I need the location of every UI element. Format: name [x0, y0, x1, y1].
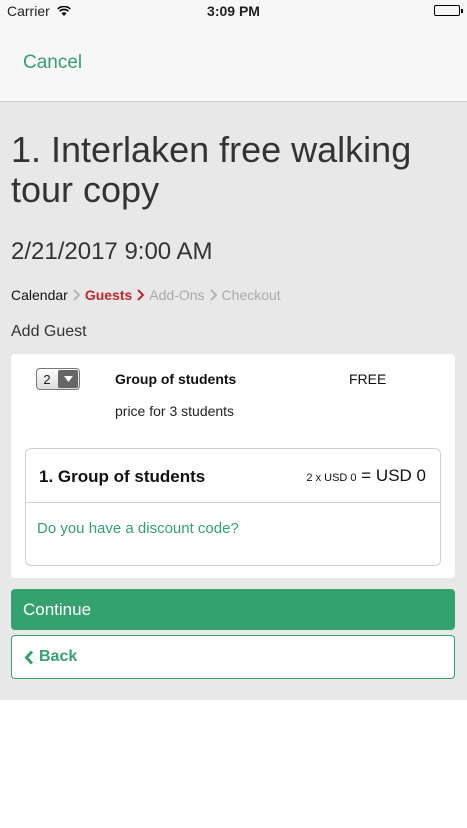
status-bar: Carrier 3:09 PM — [0, 0, 467, 22]
chevron-left-icon — [24, 649, 34, 665]
chevron-right-icon — [209, 289, 218, 301]
add-guest-heading: Add Guest — [11, 323, 87, 340]
chevron-right-icon — [136, 289, 145, 301]
quantity-select[interactable]: 2 — [36, 368, 80, 390]
battery-icon — [434, 5, 463, 16]
breadcrumb-step-checkout: Checkout — [221, 287, 281, 303]
booking-content: 1. Interlaken free walking tour copy 2/2… — [0, 102, 467, 700]
nav-bar: Cancel — [0, 22, 467, 102]
breadcrumb-step-addons: Add-Ons — [149, 287, 205, 303]
tour-datetime: 2/21/2017 9:00 AM — [11, 238, 213, 265]
summary-label: 1. Group of students — [39, 467, 206, 486]
guest-card: 2 Group of students FREE price for 3 stu… — [11, 354, 455, 578]
summary-row: 1. Group of students 2 x USD 0 = USD 0 — [26, 449, 440, 503]
ticket-name: Group of students — [115, 371, 237, 387]
ticket-price: FREE — [349, 371, 387, 387]
caret-down-icon — [58, 370, 78, 388]
quantity-value: 2 — [43, 371, 51, 387]
chevron-right-icon — [72, 289, 81, 301]
summary-total: 2 x USD 0 = USD 0 — [306, 466, 426, 486]
summary-calc-detail: 2 x USD 0 — [306, 472, 357, 484]
breadcrumb: Calendar Guests Add-Ons Checkout — [11, 287, 281, 303]
page-title: 1. Interlaken free walking tour copy — [11, 129, 412, 210]
summary-calc-total: = USD 0 — [356, 466, 426, 485]
breadcrumb-step-guests: Guests — [84, 287, 133, 303]
cancel-button[interactable]: Cancel — [23, 52, 82, 74]
continue-label: Continue — [23, 599, 92, 619]
breadcrumb-step-calendar[interactable]: Calendar — [11, 287, 68, 303]
status-time: 3:09 PM — [207, 3, 260, 19]
continue-button[interactable]: Continue — [11, 589, 455, 630]
discount-code-link[interactable]: Do you have a discount code? — [37, 520, 239, 537]
back-button[interactable]: Back — [11, 635, 455, 679]
order-summary: 1. Group of students 2 x USD 0 = USD 0 D… — [25, 448, 441, 566]
back-label: Back — [39, 648, 78, 665]
ticket-description: price for 3 students — [115, 403, 235, 419]
